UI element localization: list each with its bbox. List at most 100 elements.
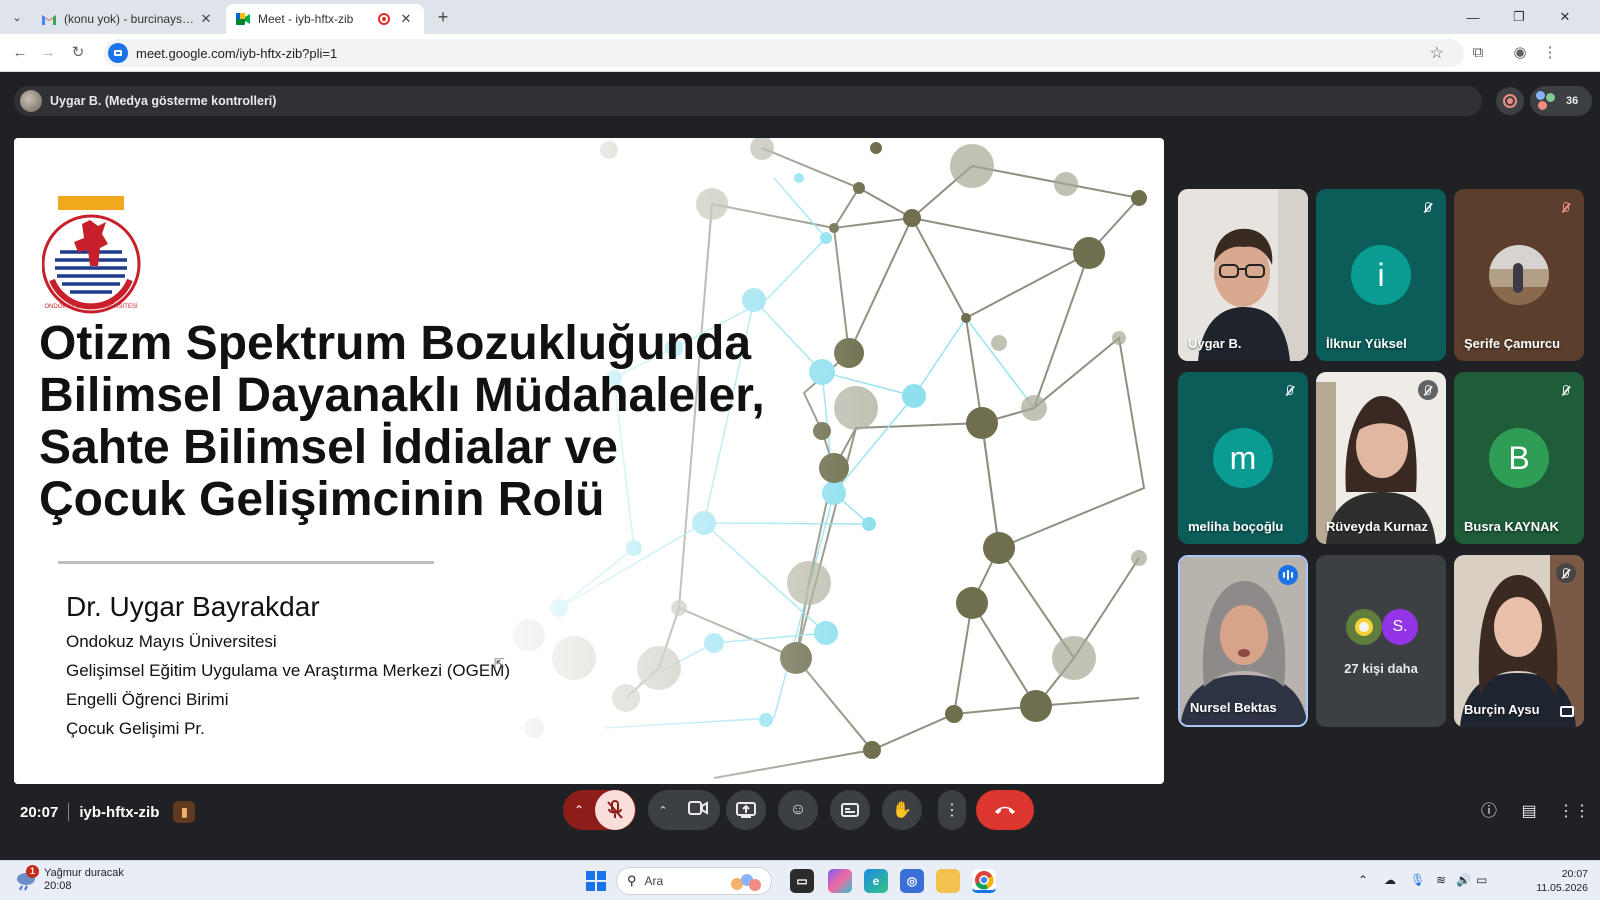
recording-indicator-icon[interactable] xyxy=(1496,87,1524,115)
meet-window: Uygar B. (Medya gösterme kontrolleri) 36 xyxy=(0,72,1600,860)
mic-off-icon xyxy=(1418,197,1438,217)
camera-icon xyxy=(688,800,708,815)
microphone-in-use-icon[interactable]: 🎙 xyxy=(1410,873,1425,887)
logo-ring-text: ONDOKUZ MAYIS ÜNİVERSİTESİ xyxy=(44,303,138,310)
weather-title: Yağmur duracak xyxy=(44,867,124,879)
participants-avatars-icon xyxy=(1536,91,1556,111)
tab-search-button[interactable]: ⌄ xyxy=(6,6,28,28)
file-explorer-icon[interactable] xyxy=(936,869,960,893)
slide-affiliation: Ondokuz Mayıs Üniversitesi xyxy=(66,632,277,651)
audio-options-chevron-icon[interactable]: ⌃ xyxy=(563,803,595,817)
close-window-icon[interactable]: ✕ xyxy=(1542,0,1588,34)
reactions-button[interactable]: ☺ xyxy=(778,790,818,830)
leave-call-button[interactable] xyxy=(976,790,1034,830)
forward-icon[interactable]: → xyxy=(38,43,58,63)
url-field[interactable]: meet.google.com/iyb-hftx-zib?pli=1 ☆ xyxy=(104,39,1464,67)
participant-tile-ruveyda[interactable]: Rüveyda Kurnaz xyxy=(1316,372,1446,544)
back-icon[interactable]: ← xyxy=(10,43,30,63)
chat-icon[interactable]: ▤ xyxy=(1518,801,1540,823)
university-logo: ONDOKUZ MAYIS ÜNİVERSİTESİ xyxy=(41,196,142,316)
participant-tile-serife[interactable]: Şerife Çamurcu xyxy=(1454,189,1584,361)
battery-icon[interactable]: ▭ xyxy=(1476,873,1487,887)
weather-widget[interactable]: 1 Yağmur duracak 20:08 xyxy=(14,865,124,893)
reload-icon[interactable]: ↻ xyxy=(68,43,88,63)
tray-overflow-chevron-icon[interactable]: ⌃ xyxy=(1358,873,1368,887)
windows-taskbar: 1 Yağmur duracak 20:08 ⚲ Ara ▭ e ◎ ⌃ ☁ 🎙… xyxy=(0,860,1600,900)
more-participants-tile[interactable]: S. 27 kişi daha xyxy=(1316,555,1446,727)
wifi-icon[interactable]: ≋ xyxy=(1436,873,1446,887)
more-vert-icon: ⋮ xyxy=(944,802,960,819)
restore-icon[interactable]: ❐ xyxy=(1496,0,1542,34)
mouse-cursor-icon: ⇱ xyxy=(494,656,505,671)
site-info-icon[interactable] xyxy=(108,43,128,63)
video-options-chevron-icon[interactable]: ⌃ xyxy=(648,804,678,817)
new-tab-button[interactable]: + xyxy=(432,6,454,28)
extensions-icon[interactable]: ⧉ xyxy=(1468,43,1488,63)
more-options-button[interactable]: ⋮ xyxy=(938,790,966,830)
bookmark-star-icon[interactable]: ☆ xyxy=(1430,43,1444,63)
slide-author: Dr. Uygar Bayrakdar xyxy=(66,591,320,622)
slide-title: Otizm Spektrum Bozukluğunda Bilimsel Day… xyxy=(39,318,839,526)
tab-gmail[interactable]: (konu yok) - burcinaysuuu@gm ✕ xyxy=(32,4,224,34)
volume-icon[interactable]: 🔊 xyxy=(1456,873,1471,887)
captions-button[interactable] xyxy=(830,790,870,830)
copilot-icon[interactable] xyxy=(828,869,852,893)
system-clock[interactable]: 20:07 11.05.2026 xyxy=(1536,867,1588,895)
tab-close-icon[interactable]: ✕ xyxy=(398,11,414,27)
network-app-icon[interactable]: ◎ xyxy=(900,869,924,893)
profile-icon[interactable]: ◉ xyxy=(1510,43,1530,63)
minimize-icon[interactable]: — xyxy=(1450,0,1496,34)
participant-tile-uygar[interactable]: Uygar B. xyxy=(1178,189,1308,361)
participant-name: meliha boçoğlu xyxy=(1188,519,1284,534)
search-highlight-icon xyxy=(731,874,761,891)
participant-name: Şerife Çamurcu xyxy=(1464,336,1561,351)
chrome-icon[interactable] xyxy=(972,869,996,893)
browser-menu-icon[interactable]: ⋮ xyxy=(1540,43,1560,63)
shared-presentation-slide: ONDOKUZ MAYIS ÜNİVERSİTESİ Otizm Spektru… xyxy=(14,138,1164,784)
mic-off-icon xyxy=(1418,380,1438,400)
participant-tile-busra[interactable]: B Busra KAYNAK xyxy=(1454,372,1584,544)
participant-tile-nursel[interactable]: Nursel Bektas xyxy=(1178,555,1308,727)
presenter-avatar xyxy=(20,90,42,112)
mic-off-icon xyxy=(1556,563,1576,583)
edge-icon[interactable]: e xyxy=(864,869,888,893)
participant-count: 36 xyxy=(1566,95,1579,107)
hand-icon: ✋ xyxy=(892,802,912,819)
notes-icon[interactable]: ▮ xyxy=(173,801,196,823)
slide-title-line: Sahte Bilimsel İddialar ve xyxy=(39,421,618,474)
mic-off-icon xyxy=(607,800,623,819)
present-screen-button[interactable] xyxy=(726,790,766,830)
task-view-icon[interactable]: ▭ xyxy=(790,869,814,893)
url-text: meet.google.com/iyb-hftx-zib?pli=1 xyxy=(136,45,338,61)
present-screen-icon xyxy=(736,802,756,818)
weather-time: 20:08 xyxy=(44,880,72,892)
screen-share-icon xyxy=(1560,706,1574,717)
captions-icon xyxy=(841,803,859,817)
participant-tile-ilknur[interactable]: i İlknur Yüksel xyxy=(1316,189,1446,361)
participant-tile-burcin[interactable]: Burçin Aysu xyxy=(1454,555,1584,727)
meeting-details-icon[interactable]: ⓘ xyxy=(1478,801,1500,823)
participants-button[interactable]: 36 xyxy=(1530,86,1592,116)
taskbar-search[interactable]: ⚲ Ara xyxy=(616,867,772,895)
activities-icon[interactable]: ⋮⋮ xyxy=(1558,801,1590,823)
presenter-bar[interactable]: Uygar B. (Medya gösterme kontrolleri) xyxy=(14,86,1482,116)
mic-off-button[interactable] xyxy=(595,790,635,830)
more-participants-avatars: S. xyxy=(1344,607,1420,647)
participant-tile-meliha[interactable]: m meliha boçoğlu xyxy=(1178,372,1308,544)
clock-date: 11.05.2026 xyxy=(1536,882,1588,894)
participant-letter-avatar: B xyxy=(1489,428,1549,488)
slide-title-line: Otizm Spektrum Bozukluğunda xyxy=(39,317,752,370)
clock-time: 20:07 xyxy=(1561,868,1588,880)
camera-button[interactable] xyxy=(678,800,718,820)
emoji-icon: ☺ xyxy=(789,801,807,818)
onedrive-offline-icon[interactable]: ☁ xyxy=(1384,873,1396,887)
participant-name: Uygar B. xyxy=(1188,336,1242,351)
microphone-control: ⌃ xyxy=(563,790,636,830)
participant-name: Busra KAYNAK xyxy=(1464,519,1559,534)
meeting-info: 20:07 iyb-hftx-zib ▮ xyxy=(20,801,196,823)
raise-hand-button[interactable]: ✋ xyxy=(882,790,922,830)
tab-meet[interactable]: Meet - iyb-hftx-zib ✕ xyxy=(226,4,424,34)
windows-start-icon[interactable] xyxy=(586,871,606,891)
tab-close-icon[interactable]: ✕ xyxy=(198,11,214,27)
participant-name: Burçin Aysu xyxy=(1464,702,1540,717)
